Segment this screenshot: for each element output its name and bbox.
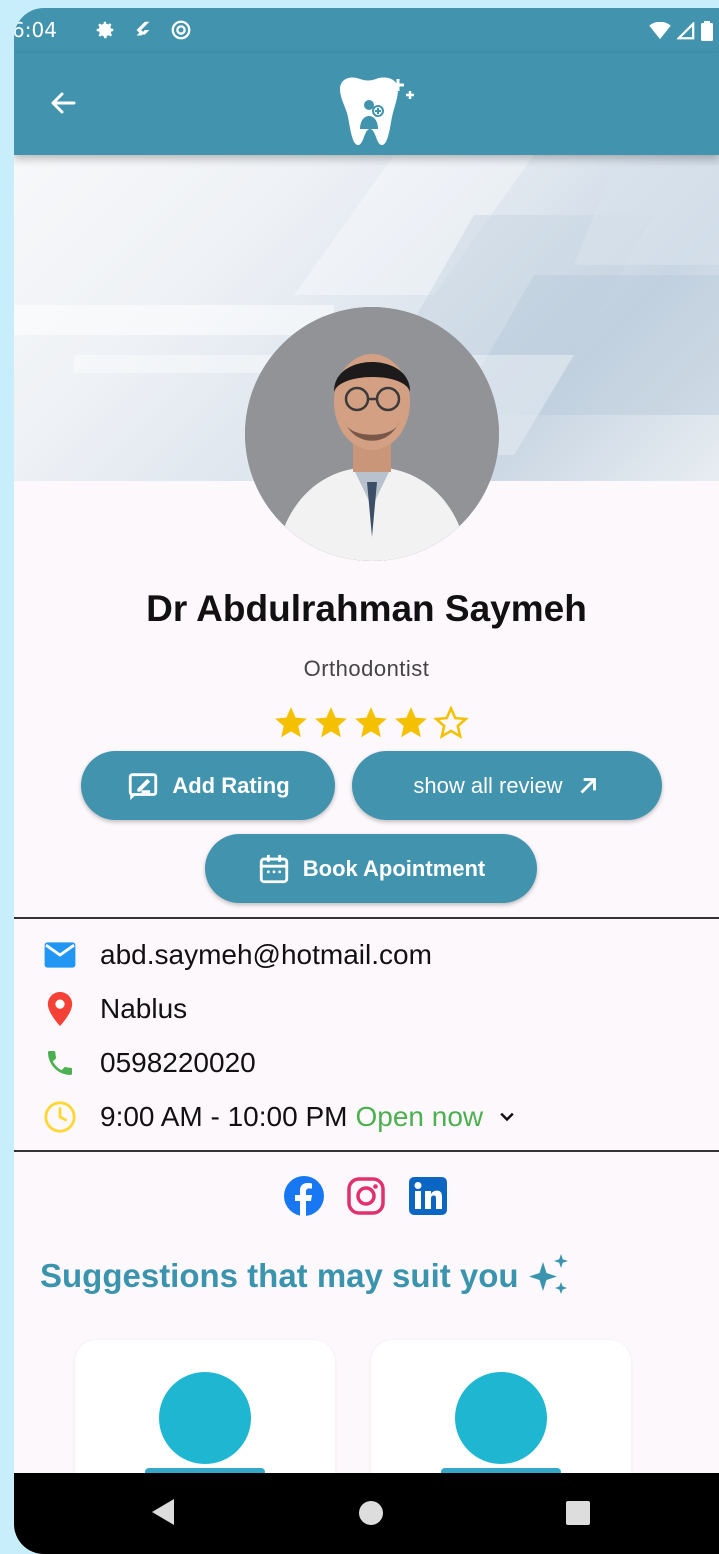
location-pin-icon [47,992,73,1026]
status-time: 6:04 [14,18,57,42]
clock-icon [44,1101,76,1133]
flutter-icon [136,21,150,36]
phone-row[interactable]: 0598220020 [40,1041,256,1085]
divider-bottom [14,1150,719,1152]
doctor-name: Dr Abdulrahman Saymeh [146,588,587,629]
phone-screen: 6:04 Dr Abdulrahman Saymeh Orthodontist … [14,8,719,1554]
instagram-icon[interactable] [346,1176,386,1216]
suggestion-avatar [159,1372,251,1464]
sparkle-icon [528,1254,568,1294]
hours-text: 9:00 AM - 10:00 PM [100,1101,348,1132]
book-appointment-label: Book Apointment [302,855,486,881]
add-rating-button[interactable]: Add Rating [81,751,335,820]
arrow-back-icon[interactable] [44,83,84,123]
doctor-photo [245,307,499,561]
tooth-logo-icon [340,77,414,145]
add-rating-label: Add Rating [172,772,290,798]
suggestions-title-text: Suggestions that may suit you [40,1257,519,1294]
suggestion-avatar [455,1372,547,1464]
nav-home-icon[interactable] [359,1501,383,1525]
app-bar [14,53,719,155]
show-all-review-button[interactable]: show all review [352,751,662,820]
status-bar: 6:04 [14,8,719,53]
linkedin-icon[interactable] [408,1176,448,1216]
open-status: Open now [355,1101,484,1132]
nav-back-icon[interactable] [150,1497,176,1527]
book-appointment-button[interactable]: Book Apointment [205,834,537,903]
system-nav-bar [14,1473,719,1554]
email-row[interactable]: abd.saymeh@hotmail.com [40,933,432,977]
star-filled-icon [395,707,427,738]
status-left-icons [94,19,192,41]
email-icon [44,942,76,968]
show-all-review-label: show all review [413,772,563,798]
star-filled-icon [275,707,307,738]
location-text: Nablus [100,993,188,1024]
chevron-down-icon[interactable] [497,1107,517,1127]
sync-icon [171,20,191,40]
signal-icon [677,22,695,40]
star-outline-icon [433,705,469,739]
suggestions-title: Suggestions that may suit you [40,1252,573,1300]
rating-stars [271,704,475,742]
calendar-icon [259,854,288,883]
hours-row[interactable]: 9:00 AM - 10:00 PM Open now [40,1095,517,1139]
email-text: abd.saymeh@hotmail.com [100,939,432,970]
doctor-specialty: Orthodontist [303,656,430,681]
star-filled-icon [315,707,347,738]
battery-icon [701,21,713,41]
arrow-outward-icon [580,777,596,793]
star-filled-icon [355,707,387,738]
gear-icon [96,21,114,39]
phone-text: 0598220020 [100,1047,256,1078]
social-links [284,1176,448,1216]
status-right-icons [649,21,713,41]
nav-recents-icon[interactable] [566,1501,590,1525]
phone-icon [48,1051,72,1075]
rate-review-icon [129,772,158,800]
divider-top [14,917,719,919]
wifi-icon [649,22,671,40]
doctor-avatar [245,307,499,561]
facebook-icon[interactable] [284,1176,324,1216]
location-row[interactable]: Nablus [40,987,187,1031]
